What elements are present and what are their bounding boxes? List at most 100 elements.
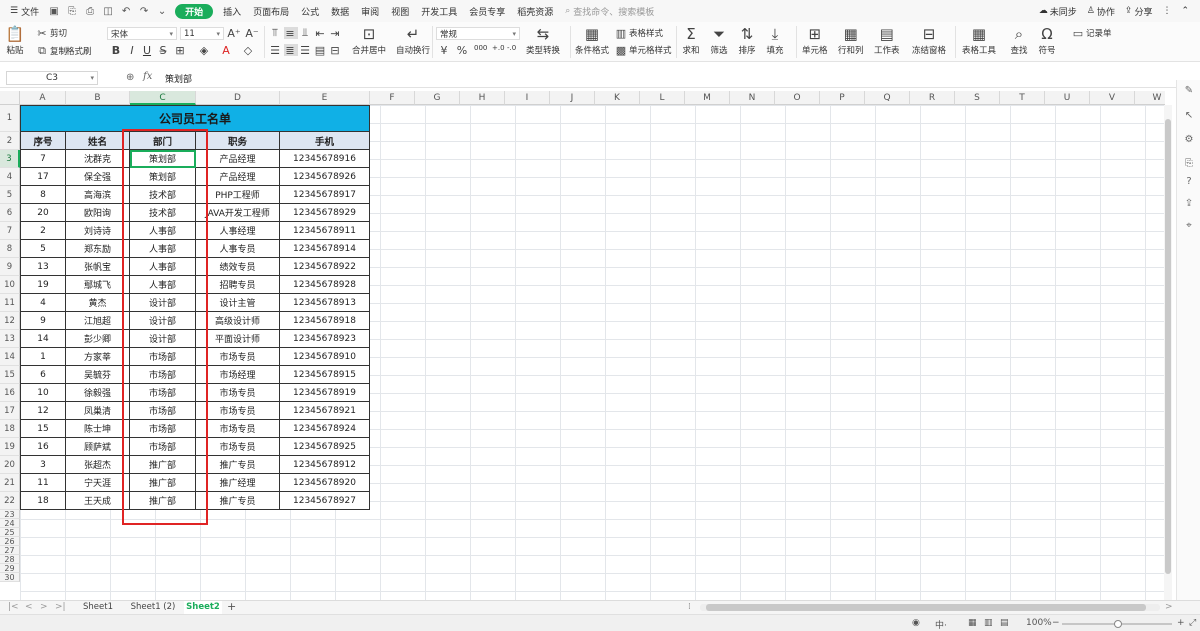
name-box[interactable]: C3 ▾ xyxy=(6,71,98,85)
table-cell[interactable]: 刘诗诗 xyxy=(66,222,130,240)
table-cell[interactable]: 12345678925 xyxy=(280,438,370,456)
collapse-ribbon-icon[interactable]: ⌃ xyxy=(1176,0,1194,22)
backup-icon[interactable]: ⎘ xyxy=(1183,158,1195,170)
row-header[interactable]: 4 xyxy=(0,168,20,186)
table-cell[interactable]: 20 xyxy=(20,204,66,222)
column-header[interactable]: W xyxy=(1135,91,1165,105)
bold-button[interactable]: B xyxy=(110,44,124,57)
table-cell[interactable]: 12345678917 xyxy=(280,186,370,204)
table-cell[interactable]: 沈群克 xyxy=(66,150,130,168)
row-header[interactable]: 25 xyxy=(0,528,20,537)
row-header[interactable]: 30 xyxy=(0,573,20,582)
table-cell[interactable]: 市场部 xyxy=(130,384,196,402)
decrease-decimal-button[interactable]: -.0 xyxy=(507,44,516,52)
save-icon[interactable]: ▣ xyxy=(47,5,61,17)
font-size-select[interactable]: 11 ▾ xyxy=(180,27,224,40)
table-cell[interactable]: JAVA开发工程师 xyxy=(196,204,280,222)
table-title[interactable]: 公司员工名单 xyxy=(20,105,370,132)
pointer-icon[interactable]: ↖ xyxy=(1183,110,1195,122)
table-cell[interactable]: 吴毓芬 xyxy=(66,366,130,384)
tab-member[interactable]: 会员专享 xyxy=(463,0,511,22)
row-header[interactable]: 18 xyxy=(0,420,20,438)
sheet-tab-sheet2[interactable]: Sheet2 xyxy=(184,601,222,614)
table-header-cell[interactable]: 部门 xyxy=(130,132,196,150)
table-cell[interactable]: 陈士坤 xyxy=(66,420,130,438)
style-brush-icon[interactable]: ✎ xyxy=(1183,85,1195,97)
column-header[interactable]: O xyxy=(775,91,820,105)
column-header[interactable]: H xyxy=(460,91,505,105)
row-header[interactable]: 7 xyxy=(0,222,20,240)
paste-button[interactable]: 📋 粘贴 xyxy=(6,25,25,56)
table-cell[interactable]: 凤巢清 xyxy=(66,402,130,420)
collaborate-button[interactable]: ♙ 协作 xyxy=(1082,0,1120,22)
cell-grid[interactable]: 公司员工名单 序号 姓名 部门 职务 手机 7 沈群克 策划部 产品经理 12345678916 17… xyxy=(20,105,1165,600)
row-header[interactable]: 24 xyxy=(0,519,20,528)
column-header[interactable]: U xyxy=(1045,91,1090,105)
table-cell[interactable]: 彭少卿 xyxy=(66,330,130,348)
fullscreen-icon[interactable]: ⤢ xyxy=(1189,618,1196,628)
table-cell[interactable]: 12345678921 xyxy=(280,402,370,420)
table-cell[interactable]: 市场专员 xyxy=(196,348,280,366)
zoom-out-icon[interactable]: − xyxy=(1052,618,1060,628)
table-cell[interactable]: 人事专员 xyxy=(196,240,280,258)
table-cell[interactable]: 4 xyxy=(20,294,66,312)
table-cell[interactable]: 推广专员 xyxy=(196,492,280,510)
worksheet-button[interactable]: ▤ 工作表 xyxy=(874,25,900,56)
column-header[interactable]: A xyxy=(20,91,66,105)
fill-color-button[interactable]: ◈ xyxy=(198,44,212,57)
horizontal-scrollbar[interactable] xyxy=(700,604,1160,611)
row-header[interactable]: 1 xyxy=(0,105,20,132)
table-cell[interactable]: 技术部 xyxy=(130,204,196,222)
column-header[interactable]: S xyxy=(955,91,1000,105)
row-header[interactable]: 8 xyxy=(0,240,20,258)
column-header[interactable]: T xyxy=(1000,91,1045,105)
format-painter-button[interactable]: 格式刷 xyxy=(66,45,92,57)
table-cell[interactable]: 12345678914 xyxy=(280,240,370,258)
function-icon[interactable]: fx xyxy=(143,71,152,82)
row-header[interactable]: 29 xyxy=(0,564,20,573)
row-col-button[interactable]: ▦ 行和列 xyxy=(838,25,864,56)
table-cell[interactable]: 推广部 xyxy=(130,492,196,510)
tab-developer[interactable]: 开发工具 xyxy=(415,0,463,22)
row-header[interactable]: 13 xyxy=(0,330,20,348)
row-header[interactable]: 11 xyxy=(0,294,20,312)
distribute-button[interactable]: ⊟ xyxy=(329,44,343,57)
table-cell[interactable]: 推广部 xyxy=(130,474,196,492)
sort-button[interactable]: ⇅ 排序 xyxy=(738,25,756,56)
row-header[interactable]: 6 xyxy=(0,204,20,222)
output-pdf-icon[interactable]: ⎘ xyxy=(65,5,79,17)
font-shrink-button[interactable]: A⁻ xyxy=(245,27,260,40)
eye-protect-icon[interactable]: ◉ xyxy=(912,618,920,628)
table-cell[interactable]: 江旭超 xyxy=(66,312,130,330)
fill-button[interactable]: ⤓ 填充 xyxy=(766,25,784,56)
table-cell[interactable]: 14 xyxy=(20,330,66,348)
table-cell[interactable]: PHP工程师 xyxy=(196,186,280,204)
font-grow-button[interactable]: A⁺ xyxy=(227,27,242,40)
table-cell[interactable]: 12345678928 xyxy=(280,276,370,294)
number-format-select[interactable]: 常规 ▾ xyxy=(436,27,520,40)
symbol-button[interactable]: Ω 符号 xyxy=(1038,25,1056,56)
table-cell[interactable]: 16 xyxy=(20,438,66,456)
type-convert-button[interactable]: ⇆ 类型转换 xyxy=(526,25,560,56)
table-cell[interactable]: 12345678916 xyxy=(280,150,370,168)
freeze-panes-button[interactable]: ⊟ 冻结窗格 xyxy=(912,25,946,56)
next-sheet-icon[interactable]: > xyxy=(40,601,48,614)
table-cell[interactable]: 王天成 xyxy=(66,492,130,510)
table-cell[interactable]: 12345678919 xyxy=(280,384,370,402)
table-cell[interactable]: 鄢城飞 xyxy=(66,276,130,294)
table-header-cell[interactable]: 手机 xyxy=(280,132,370,150)
row-header[interactable]: 23 xyxy=(0,510,20,519)
table-cell[interactable]: 13 xyxy=(20,258,66,276)
justify-button[interactable]: ▤ xyxy=(314,44,328,57)
sheet-tab-sheet1[interactable]: Sheet1 xyxy=(75,601,121,614)
table-cell[interactable]: 12345678923 xyxy=(280,330,370,348)
table-cell[interactable]: 12345678924 xyxy=(280,420,370,438)
border-button[interactable]: ⊞ xyxy=(174,44,188,57)
tab-review[interactable]: 审阅 xyxy=(355,0,385,22)
row-header[interactable]: 22 xyxy=(0,492,20,510)
zoom-slider[interactable] xyxy=(1062,620,1172,628)
cell-style-button[interactable]: ▩ 单元格样式 xyxy=(615,44,672,57)
column-header[interactable]: M xyxy=(685,91,730,105)
merge-center-button[interactable]: ⊡ 合并居中 xyxy=(352,25,386,56)
table-cell[interactable]: 设计部 xyxy=(130,294,196,312)
